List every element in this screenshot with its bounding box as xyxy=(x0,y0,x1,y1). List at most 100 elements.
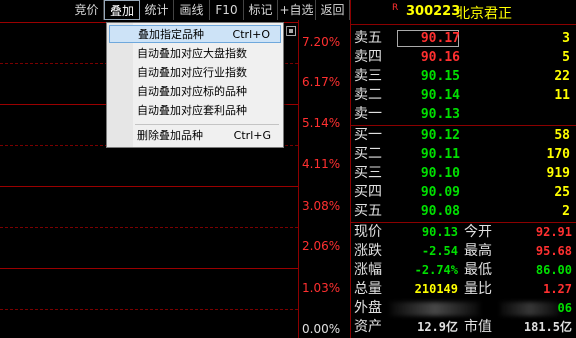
stat-row: 涨幅 -2.74% 最低 86.00 xyxy=(350,261,576,280)
sell-row[interactable]: 卖一 90.13 xyxy=(350,105,576,124)
buy-row[interactable]: 买一 90.12 58 xyxy=(350,126,576,145)
grid-line xyxy=(0,268,298,269)
menu-item-label: 删除叠加品种 xyxy=(137,129,203,142)
menu-item-auto-underlying[interactable]: 自动叠加对应标的品种 xyxy=(109,83,281,101)
sell-volume: 5 xyxy=(562,50,570,65)
buy-price: 90.12 xyxy=(420,128,460,143)
stat-value: 90.13 xyxy=(421,225,458,239)
stat-label: 涨幅 xyxy=(354,262,382,278)
stat-row: 总量 210149 量比 1.27 xyxy=(350,280,576,299)
stat-value: -2.74% xyxy=(414,263,458,277)
menu-item-shortcut: Ctrl+O xyxy=(232,28,270,41)
buy-price: 90.11 xyxy=(420,147,460,162)
sell-label: 卖五 xyxy=(354,30,382,46)
toolbar-back-button[interactable]: 返回 xyxy=(316,0,350,20)
buy-volume: 2 xyxy=(562,204,570,219)
stock-name: 北京君正 xyxy=(456,6,512,22)
quote-panel: R 300223 北京君正 卖五 90.17 3 卖四 90.16 5 卖三 9… xyxy=(350,0,576,338)
sell-label: 卖三 xyxy=(354,68,382,84)
menu-item-delete-overlay[interactable]: 删除叠加品种 Ctrl+G xyxy=(109,127,281,145)
redacted-area xyxy=(500,302,560,316)
toolbar-bidding-button[interactable]: 竞价 xyxy=(70,0,104,20)
chart-axis-divider xyxy=(298,20,299,338)
buy-volume: 919 xyxy=(546,166,570,181)
buy-price: 90.09 xyxy=(420,185,460,200)
sell-row[interactable]: 卖二 90.14 11 xyxy=(350,86,576,105)
sell-price: 90.13 xyxy=(420,107,460,122)
menu-item-shortcut: Ctrl+G xyxy=(233,129,271,142)
menu-item-auto-arbitrage[interactable]: 自动叠加对应套利品种 xyxy=(109,102,281,120)
menu-item-overlay-specified[interactable]: 叠加指定品种 Ctrl+O xyxy=(109,25,281,43)
sell-label: 卖四 xyxy=(354,49,382,65)
buy-volume: 25 xyxy=(554,185,570,200)
stat-label: 最高 xyxy=(464,243,492,259)
buy-label: 买五 xyxy=(354,203,382,219)
percent-label: 5.14% xyxy=(302,116,341,130)
sell-volume: 22 xyxy=(554,69,570,84)
redacted-area xyxy=(390,302,480,316)
menu-item-auto-market-index[interactable]: 自动叠加对应大盘指数 xyxy=(109,45,281,63)
chart-window-icon[interactable] xyxy=(286,26,296,36)
separator xyxy=(350,24,576,25)
stat-value: 210149 xyxy=(414,282,458,296)
buy-row[interactable]: 买二 90.11 170 xyxy=(350,145,576,164)
sell-price: 90.17 xyxy=(420,31,460,46)
buy-label: 买一 xyxy=(354,127,382,143)
sell-row[interactable]: 卖三 90.15 22 xyxy=(350,67,576,86)
stock-code: 300223 xyxy=(406,4,461,19)
menu-item-label: 自动叠加对应标的品种 xyxy=(137,85,247,98)
sell-label: 卖二 xyxy=(354,87,382,103)
toolbar-f10-button[interactable]: F10 xyxy=(210,0,244,20)
buy-volume: 58 xyxy=(554,128,570,143)
buy-label: 买二 xyxy=(354,146,382,162)
stat-label: 量比 xyxy=(464,281,492,297)
stat-value: 95.68 xyxy=(535,244,572,258)
toolbar-add-favorite-button[interactable]: +自选 xyxy=(278,0,316,20)
percent-label: 3.08% xyxy=(302,199,341,213)
buy-volume: 170 xyxy=(546,147,570,162)
stat-label: 现价 xyxy=(354,224,382,240)
grid-line xyxy=(0,186,298,187)
overlay-dropdown-menu: 叠加指定品种 Ctrl+O 自动叠加对应大盘指数 自动叠加对应行业指数 自动叠加… xyxy=(106,22,284,148)
toolbar-drawline-button[interactable]: 画线 xyxy=(174,0,210,20)
stat-value: 86.00 xyxy=(535,263,572,277)
buy-label: 买三 xyxy=(354,165,382,181)
toolbar-overlay-button[interactable]: 叠加 xyxy=(104,0,140,20)
stat-value: -2.54 xyxy=(421,244,458,258)
menu-item-label: 自动叠加对应行业指数 xyxy=(137,66,247,79)
menu-item-label: 自动叠加对应大盘指数 xyxy=(137,47,247,60)
stat-label: 总量 xyxy=(354,281,382,297)
percent-label: 4.11% xyxy=(302,157,341,171)
stat-label: 最低 xyxy=(464,262,492,278)
sell-price: 90.15 xyxy=(420,69,460,84)
stat-label: 外盘 xyxy=(354,300,382,316)
sell-volume: 3 xyxy=(562,31,570,46)
margin-tag: R xyxy=(392,3,399,13)
buy-row[interactable]: 买四 90.09 25 xyxy=(350,183,576,202)
stat-row: 资产 12.9亿 市值 181.5亿 xyxy=(350,318,576,337)
sell-row[interactable]: 卖五 90.17 3 xyxy=(350,29,576,48)
buy-row[interactable]: 买五 90.08 2 xyxy=(350,202,576,221)
sell-row[interactable]: 卖四 90.16 5 xyxy=(350,48,576,67)
percent-label: 2.06% xyxy=(302,239,341,253)
percent-label: 0.00% xyxy=(302,322,341,336)
menu-item-auto-industry-index[interactable]: 自动叠加对应行业指数 xyxy=(109,64,281,82)
menu-separator xyxy=(135,124,279,125)
sell-volume: 11 xyxy=(554,88,570,103)
menu-item-label: 自动叠加对应套利品种 xyxy=(137,104,247,117)
stat-value: 1.27 xyxy=(543,282,572,296)
stat-value: 06 xyxy=(557,301,572,315)
toolbar: 竞价 叠加 统计 画线 F10 标记 +自选 返回 xyxy=(0,0,350,20)
stock-title: R 300223 北京君正 xyxy=(350,0,576,24)
grid-line xyxy=(0,309,298,310)
sell-price: 90.16 xyxy=(420,50,460,65)
percent-label: 1.03% xyxy=(302,281,341,295)
stat-label: 资产 xyxy=(354,319,382,335)
stat-row: 现价 90.13 今开 92.91 xyxy=(350,223,576,242)
percent-label: 7.20% xyxy=(302,35,341,49)
stat-label: 市值 xyxy=(464,319,492,335)
toolbar-stats-button[interactable]: 统计 xyxy=(140,0,174,20)
buy-row[interactable]: 买三 90.10 919 xyxy=(350,164,576,183)
menu-item-label: 叠加指定品种 xyxy=(138,28,204,41)
toolbar-mark-button[interactable]: 标记 xyxy=(244,0,278,20)
